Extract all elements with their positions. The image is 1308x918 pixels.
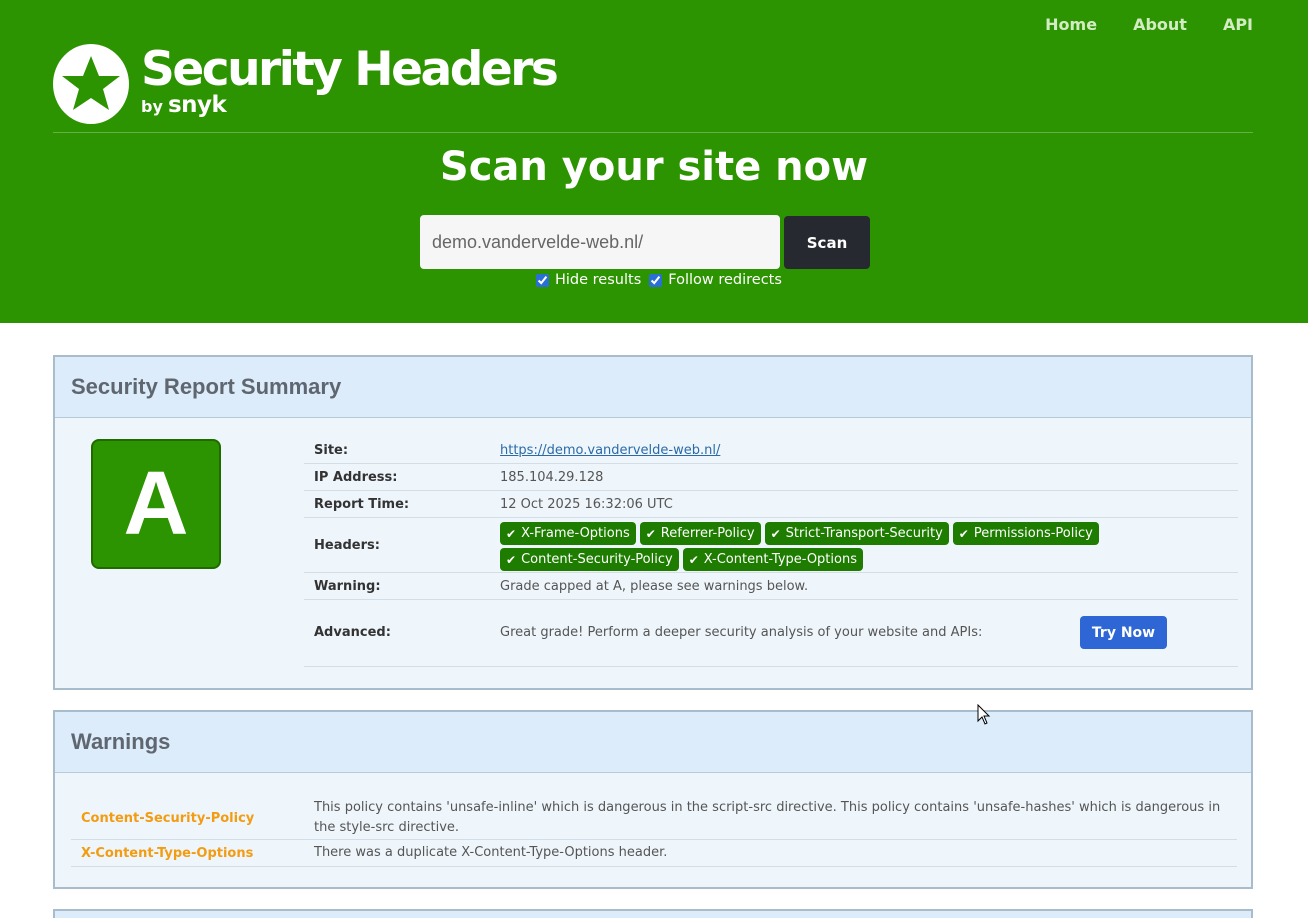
check-icon: ✔ [958,526,969,541]
report-time-label: Report Time: [314,497,410,512]
headers-label: Headers: [314,538,380,553]
warning-value: Grade capped at A, please see warnings b… [500,579,809,594]
grade-badge: A [91,439,221,569]
header-badge-label: Permissions-Policy [973,526,1093,541]
scan-options: Hide results Follow redirects [536,272,790,288]
nav-home-link[interactable]: Home [1045,15,1097,34]
summary-header: Security Report Summary [55,357,1251,418]
follow-redirects-label: Follow redirects [668,272,782,288]
follow-redirects-option[interactable]: Follow redirects [649,272,782,288]
brand-title: Security Headers [141,42,559,97]
header-badge: ✔ Strict-Transport-Security [764,522,949,545]
site-header: Home About API Security Headers by snyk … [0,0,1308,323]
warning-item: X-Content-Type-Options There was a dupli… [71,840,1237,867]
advanced-label: Advanced: [314,625,391,640]
header-badge: ✔ Content-Security-Policy [500,548,679,571]
header-badge-label: X-Content-Type-Options [703,552,857,567]
header-badge: ✔ Referrer-Policy [639,522,761,545]
report-time-value: 12 Oct 2025 16:32:06 UTC [500,497,673,512]
warnings-title: Warnings [71,729,171,754]
site-row: Site: https://demo.vandervelde-web.nl/ [304,437,1238,464]
nav-about-link[interactable]: About [1133,15,1187,34]
warning-header-name: X-Content-Type-Options [81,846,254,861]
header-badge-label: Content-Security-Policy [521,552,673,567]
warnings-panel: Warnings Content-Security-Policy This po… [53,710,1253,889]
warnings-table: Content-Security-Policy This policy cont… [71,798,1237,867]
nav-api-link[interactable]: API [1223,15,1253,34]
try-now-button[interactable]: Try Now [1080,616,1167,649]
top-nav: Home About API [1045,15,1253,34]
mouse-cursor-icon [977,704,991,725]
check-icon: ✔ [770,526,781,541]
hide-results-label: Hide results [555,272,642,288]
warning-description: There was a duplicate X-Content-Type-Opt… [314,845,668,860]
header-badges: ✔ X-Frame-Options ✔ Referrer-Policy ✔ Stric… [500,522,1100,571]
check-icon: ✔ [688,552,699,567]
brand-by: by [141,97,163,116]
header-divider [53,132,1253,133]
warning-item: Content-Security-Policy This policy cont… [71,798,1237,840]
site-label: Site: [314,443,349,458]
ip-row: IP Address: 185.104.29.128 [304,464,1238,491]
header-badge: ✔ Permissions-Policy [952,522,1099,545]
check-icon: ✔ [645,526,656,541]
report-time-row: Report Time: 12 Oct 2025 16:32:06 UTC [304,491,1238,518]
hide-results-option[interactable]: Hide results [536,272,641,288]
ip-label: IP Address: [314,470,398,485]
check-icon: ✔ [506,526,517,541]
check-icon: ✔ [506,552,517,567]
advanced-row: Advanced: Great grade! Perform a deeper … [304,600,1238,667]
warning-description: This policy contains 'unsafe-inline' whi… [314,800,1221,835]
header-badge: ✔ X-Frame-Options [500,522,636,545]
summary-title: Security Report Summary [71,374,342,399]
next-panel-header [53,909,1253,918]
site-link[interactable]: https://demo.vandervelde-web.nl/ [500,443,720,458]
header-badge-label: Strict-Transport-Security [785,526,943,541]
header-badge-label: Referrer-Policy [660,526,755,541]
advanced-value: Great grade! Perform a deeper security a… [500,625,983,640]
warning-row: Warning: Grade capped at A, please see w… [304,573,1238,600]
summary-table: Site: https://demo.vandervelde-web.nl/ I… [304,437,1238,667]
brand-logo[interactable]: Security Headers by snyk [53,42,559,124]
url-input[interactable] [420,215,780,269]
warning-label: Warning: [314,579,381,594]
follow-redirects-checkbox[interactable] [649,273,663,287]
headers-row: Headers: ✔ X-Frame-Options ✔ Referrer-Poli… [304,518,1238,573]
star-icon [53,44,129,124]
hide-results-checkbox[interactable] [536,273,549,287]
report-summary-panel: Security Report Summary A Site: https://… [53,355,1253,690]
scan-button[interactable]: Scan [784,216,870,269]
header-badge: ✔ X-Content-Type-Options [682,548,863,571]
header-badge-label: X-Frame-Options [521,526,630,541]
ip-value: 185.104.29.128 [500,470,604,485]
scan-heading: Scan your site now [439,144,869,190]
warnings-header: Warnings [55,712,1251,773]
brand-partner: snyk [167,92,227,118]
warning-header-name: Content-Security-Policy [81,811,255,826]
